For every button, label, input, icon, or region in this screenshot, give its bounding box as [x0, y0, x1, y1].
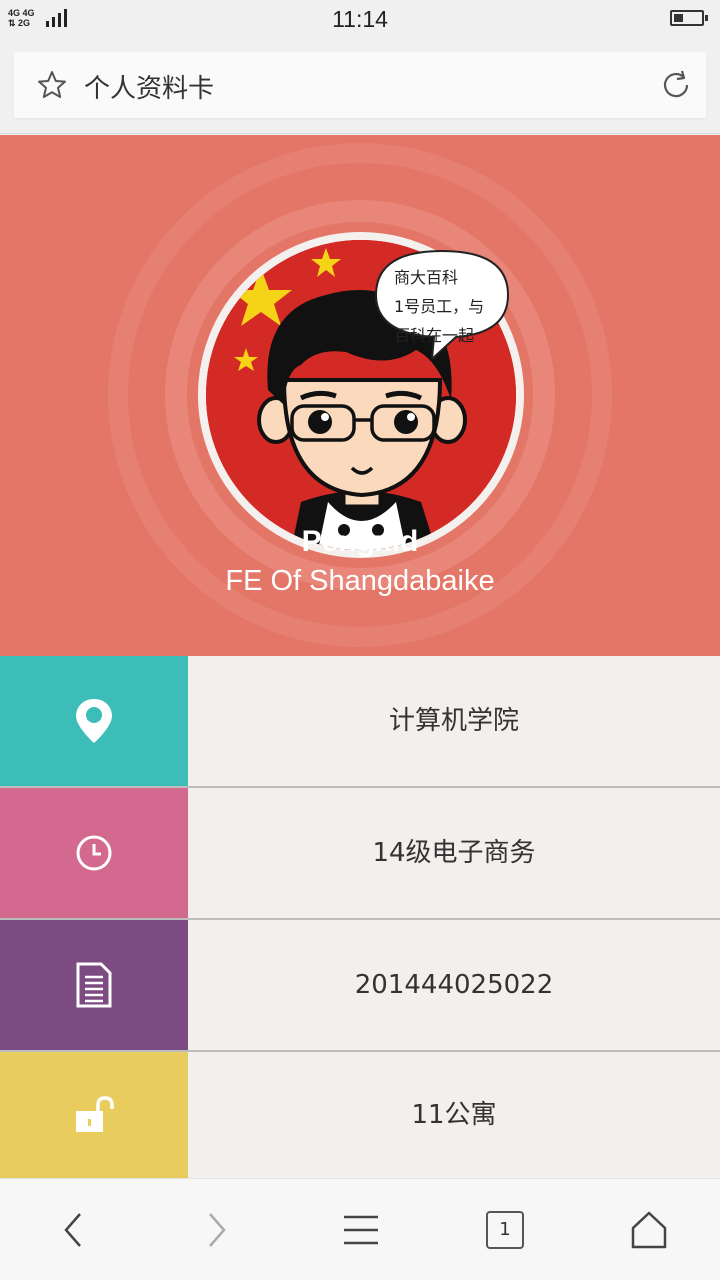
speech-line: 百科在一起	[394, 326, 475, 345]
document-icon	[76, 962, 112, 1008]
battery-icon	[670, 10, 708, 26]
info-row-college[interactable]: 计算机学院	[0, 656, 720, 788]
refresh-icon[interactable]	[658, 67, 694, 103]
bottom-navigation: 1	[0, 1178, 720, 1280]
info-text: 计算机学院	[388, 706, 519, 736]
location-pin-icon	[76, 699, 112, 743]
battery-level	[674, 14, 683, 22]
address-bar[interactable]: 个人资料卡	[14, 52, 706, 118]
speech-line: 商大百科	[394, 268, 459, 287]
info-text: 14级电子商务	[372, 838, 536, 868]
menu-button[interactable]	[338, 1207, 384, 1253]
unlock-icon	[76, 1096, 114, 1132]
page-title: 个人资料卡	[84, 74, 215, 104]
info-text: 11公寓	[411, 1100, 497, 1130]
info-row-dorm[interactable]: 11公寓	[0, 1052, 720, 1178]
browser-toolbar: 个人资料卡	[0, 38, 720, 134]
home-icon	[631, 1211, 667, 1249]
profile-role: FE Of Shangdabaike	[225, 565, 495, 597]
speech-bubble-text: 商大百科 1号员工，与 百科在一起	[394, 263, 514, 353]
info-row-student-id[interactable]: 201444025022	[0, 920, 720, 1052]
tabs-button[interactable]: 1	[486, 1211, 524, 1249]
back-icon	[64, 1213, 81, 1247]
profile-name: Pengxid	[301, 525, 419, 558]
info-icon-cell	[0, 656, 188, 786]
forward-icon	[209, 1213, 226, 1247]
speech-line: 1号员工，与	[394, 297, 485, 316]
profile-hero: 商大百科 1号员工，与 百科在一起 Pengxid FE Of Shangdab…	[0, 135, 720, 656]
status-time: 11:14	[332, 6, 388, 32]
info-icon-cell	[0, 788, 188, 918]
menu-icon	[344, 1215, 378, 1245]
info-icon-cell	[0, 1052, 188, 1178]
home-button[interactable]	[626, 1207, 672, 1253]
info-icon-cell	[0, 920, 188, 1050]
info-text: 201444025022	[354, 970, 554, 1000]
back-button[interactable]	[50, 1207, 96, 1253]
star-icon[interactable]	[36, 69, 68, 101]
info-row-class[interactable]: 14级电子商务	[0, 788, 720, 920]
forward-button[interactable]	[194, 1207, 240, 1253]
status-bar: 4G 4G ⇅ 2G 11:14	[0, 0, 720, 38]
clock-icon	[76, 835, 112, 871]
